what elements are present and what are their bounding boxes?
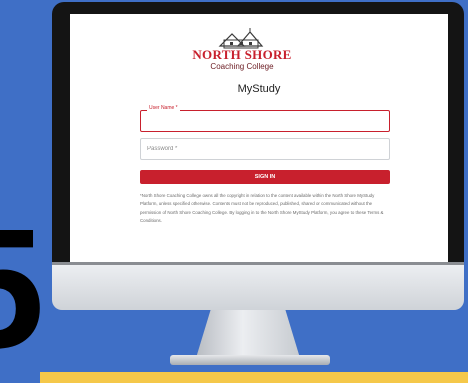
- brand-logo: NORTH SHORE Coaching College: [182, 28, 302, 78]
- copyright-notice: *North Shore Coaching College owns all t…: [140, 193, 384, 224]
- monitor-divider: [52, 262, 464, 265]
- monitor-stand: [196, 310, 300, 358]
- password-field: [140, 138, 390, 160]
- floor-strip: [40, 372, 468, 383]
- username-field: User Name *: [140, 106, 390, 132]
- monitor-screen: NORTH SHORE Coaching College MyStudy Use…: [70, 14, 448, 262]
- brand-name: NORTH SHORE: [192, 47, 292, 62]
- username-input[interactable]: [147, 115, 383, 127]
- password-input[interactable]: [147, 143, 383, 155]
- page-title: MyStudy: [237, 83, 281, 95]
- sign-in-button[interactable]: SIGN IN: [140, 170, 390, 184]
- monitor-chin: [52, 262, 464, 310]
- username-label: User Name *: [147, 105, 180, 111]
- monitor-base: [170, 355, 330, 365]
- brand-tagline: Coaching College: [210, 62, 274, 71]
